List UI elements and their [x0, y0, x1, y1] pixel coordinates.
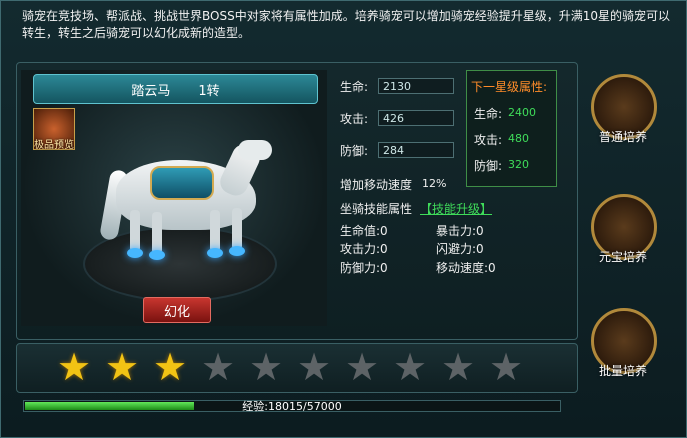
mount-name-bar: 踏云马 1转 — [33, 74, 318, 104]
atk-label: 攻击: — [340, 112, 369, 126]
star-icon: ★ — [105, 345, 140, 389]
move-speed-label: 增加移动速度 — [340, 178, 413, 192]
description-text: 骑宠在竞技场、帮派战、挑战世界BOSS中对家将有属性加成。培养骑宠可以增加骑宠经… — [22, 9, 670, 40]
star-icon: ★ — [153, 345, 188, 389]
star-icon: ★ — [297, 345, 332, 389]
batch-train-label: 批量培养 — [598, 364, 647, 378]
skill-attr-item: 移动速度:0 — [436, 261, 496, 275]
skill-attr-item: 暴击力:0 — [436, 224, 484, 238]
hp-label: 生命: — [340, 80, 369, 94]
hoof-glow — [149, 250, 165, 260]
star-icon: ★ — [57, 345, 92, 389]
skill-attr-item: 生命值:0 — [340, 224, 388, 238]
def-label: 防御: — [340, 144, 369, 158]
mount-tier: 1转 — [198, 83, 220, 99]
move-speed-value: 12% — [422, 177, 447, 190]
star-icon: ★ — [249, 345, 284, 389]
hoof-glow — [207, 248, 223, 258]
skill-attr-item: 闪避力:0 — [436, 242, 484, 256]
skill-attr-item: 防御力:0 — [340, 261, 388, 275]
star-icon: ★ — [201, 345, 236, 389]
hoof-glow — [127, 248, 143, 258]
star-icon: ★ — [489, 345, 524, 389]
horse-leg — [130, 210, 140, 252]
horse-saddle — [150, 166, 214, 200]
horse-leg — [210, 210, 220, 252]
star-icon: ★ — [393, 345, 428, 389]
transform-button[interactable]: 幻化 — [143, 297, 211, 323]
horse-head — [238, 140, 272, 160]
next-hp-label: 生命: — [474, 107, 503, 121]
rare-preview-label: 极品预览 — [34, 140, 74, 151]
def-value: 284 — [378, 142, 454, 158]
next-hp-value: 2400 — [508, 106, 536, 119]
hp-value: 2130 — [378, 78, 454, 94]
skill-attr-label: 坐骑技能属性 — [340, 202, 413, 216]
next-star-title: 下一星级属性: — [471, 80, 548, 94]
atk-value: 426 — [378, 110, 454, 126]
skill-attr-item: 攻击力:0 — [340, 242, 388, 256]
xp-text: 经验:18015/57000 — [242, 400, 342, 413]
normal-train-label: 普通培养 — [598, 130, 647, 144]
next-atk-value: 480 — [508, 132, 529, 145]
star-icon: ★ — [345, 345, 380, 389]
horse-leg — [152, 212, 162, 254]
mount-name: 踏云马 — [131, 83, 171, 99]
horse-leg — [232, 208, 242, 250]
skill-upgrade-link[interactable]: 【技能升级】 — [420, 200, 492, 217]
next-atk-label: 攻击: — [474, 133, 503, 147]
gold-train-label: 元宝培养 — [598, 250, 647, 264]
hoof-glow — [229, 246, 245, 256]
next-def-label: 防御: — [474, 159, 503, 173]
next-def-value: 320 — [508, 158, 529, 171]
star-icon: ★ — [441, 345, 476, 389]
